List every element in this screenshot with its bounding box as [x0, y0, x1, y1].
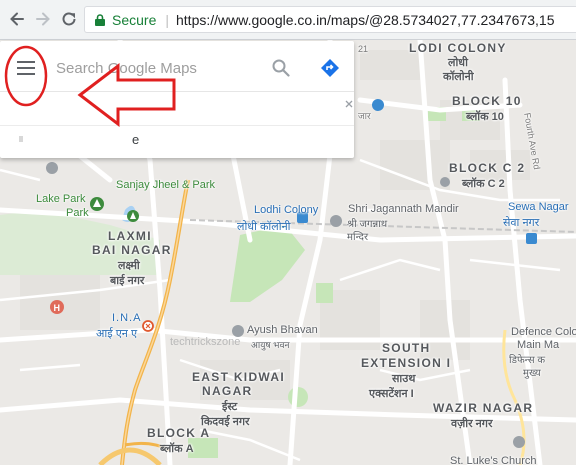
panel-divider: [0, 125, 354, 126]
label-sewa-nagar-hindi: सेवा नगर: [503, 217, 540, 229]
label-laxmi-hindi: लक्ष्मी: [118, 260, 140, 272]
label-laxmi: LAXMI: [108, 229, 152, 243]
label-block-a: BLOCK A: [147, 426, 211, 440]
label-road-21: 21: [358, 44, 369, 54]
label-east-kidwai: EAST KIDWAI: [192, 370, 285, 384]
reload-icon: [62, 12, 76, 26]
label-sanjay-jheel: Sanjay Jheel & Park: [116, 179, 216, 191]
label-lodhi-colony-station: Lodhi Colony: [254, 204, 319, 216]
label-park: Park: [66, 207, 89, 219]
label-jagannath-hindi-2: मन्दिर: [347, 232, 369, 243]
close-suggestions-button[interactable]: [344, 99, 354, 109]
label-wazir-nagar: WAZIR NAGAR: [433, 401, 534, 415]
search-panel: e: [0, 41, 354, 158]
label-jagannath-mandir: Shri Jagannath Mandir: [348, 203, 459, 215]
label-block-10-hindi: ब्लॉक 10: [466, 111, 504, 123]
label-ina-hindi: आई एन ए: [96, 328, 138, 340]
label-defence-hindi-2: मुख्य: [523, 368, 541, 379]
label-block-10: BLOCK 10: [452, 94, 522, 108]
url-text: https://www.google.co.in/maps/@28.573402…: [176, 11, 555, 28]
label-lodhi-colony-station-hindi: लोधी कॉलोनी: [237, 221, 291, 233]
back-button[interactable]: [6, 8, 28, 30]
directions-icon: [321, 59, 339, 77]
reload-button[interactable]: [58, 8, 80, 30]
forward-arrow-icon: [36, 12, 50, 26]
watermark: techtrickszone: [170, 336, 241, 348]
label-main-market: Main Ma: [517, 339, 560, 351]
close-icon: [345, 100, 353, 108]
label-bai-nagar: BAI NAGAR: [92, 243, 172, 257]
label-bai-nagar-hindi: बाई नगर: [110, 275, 145, 287]
forward-button[interactable]: [32, 8, 54, 30]
search-icon: [272, 59, 290, 77]
suggestion-icon: [19, 136, 23, 142]
label-sewa-nagar: Sewa Nagar: [508, 201, 569, 213]
menu-button[interactable]: [11, 55, 41, 81]
search-button[interactable]: [268, 55, 294, 81]
label-ina: I.N.A: [112, 312, 142, 324]
label-extension-hindi: एक्सटेंशन I: [369, 388, 414, 400]
hamburger-menu-icon: [17, 61, 35, 75]
browser-toolbar: Secure | https://www.google.co.in/maps/@…: [0, 0, 576, 40]
label-lodi-colony-hindi: लोधी: [448, 57, 468, 69]
label-south-hindi: साउथ: [392, 373, 416, 385]
label-block-c2: BLOCK C 2: [449, 161, 526, 175]
label-road-jor: जार: [358, 111, 371, 121]
label-block-c2-hindi: ब्लॉक C 2: [462, 178, 505, 190]
address-bar[interactable]: Secure | https://www.google.co.in/maps/@…: [84, 6, 576, 33]
secure-label: Secure: [112, 11, 157, 28]
search-box: [0, 41, 354, 92]
label-ayush-bhavan: Ayush Bhavan: [247, 324, 318, 336]
label-defence-colony: Defence Colo: [511, 326, 576, 338]
label-st-lukes-church: St. Luke's Church: [450, 455, 537, 465]
label-extension-i: EXTENSION I: [361, 356, 452, 370]
suggestion-text[interactable]: e: [132, 132, 139, 147]
label-east-kidwai-hindi: ईस्ट: [222, 401, 238, 413]
svg-text:H: H: [54, 303, 61, 313]
label-nagar: NAGAR: [202, 384, 253, 398]
label-lodi-colony: LODI COLONY: [409, 41, 507, 55]
directions-button[interactable]: [317, 55, 343, 81]
label-defence-hindi: डिफेन्स क: [509, 355, 546, 366]
back-arrow-icon: [10, 12, 24, 26]
search-input[interactable]: [56, 55, 256, 81]
label-jagannath-hindi: श्री जगन्नाथ: [347, 219, 388, 230]
label-lake-park: Lake Park: [36, 193, 86, 205]
label-wazir-nagar-hindi: वज़ीर नगर: [451, 418, 493, 430]
label-lodi-colony-hindi-2: कॉलोनी: [443, 71, 474, 83]
label-block-a-hindi: ब्लॉक A: [160, 443, 194, 455]
address-separator: |: [165, 11, 169, 28]
label-ayush-bhavan-hindi: आयुष भवन: [251, 340, 290, 350]
lock-icon: [95, 13, 105, 26]
label-south: SOUTH: [382, 341, 431, 355]
